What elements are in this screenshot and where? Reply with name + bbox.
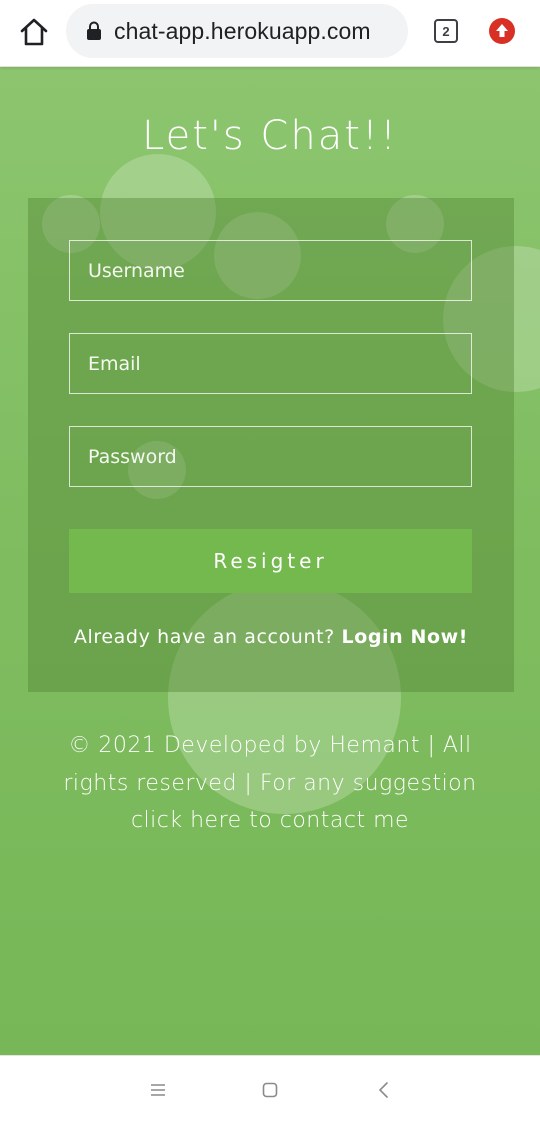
contact-link[interactable]: click here to contact me (131, 808, 409, 833)
home-square-icon[interactable] (260, 1080, 280, 1100)
tabs-count: 2 (442, 23, 450, 39)
username-field[interactable] (69, 240, 472, 301)
lock-icon (87, 21, 101, 40)
footer-copyright-text: © 2021 Developed by Hemant | All rights … (63, 733, 477, 796)
browser-toolbar: chat-app.herokuapp.com 2 (0, 0, 540, 67)
home-icon[interactable] (18, 16, 50, 48)
page-title: Let's Chat!! (142, 113, 398, 159)
address-bar[interactable]: chat-app.herokuapp.com (66, 4, 408, 58)
account-prompt-text: Already have an account? (73, 626, 342, 648)
login-now-link[interactable]: Login Now! (341, 626, 468, 648)
login-prompt: Already have an account? Login Now! (28, 626, 514, 648)
menu-lines-icon[interactable] (148, 1080, 168, 1100)
tabs-count-button[interactable]: 2 (434, 19, 458, 43)
system-nav-bar (0, 1055, 540, 1121)
update-button[interactable] (489, 18, 515, 44)
footer: © 2021 Developed by Hemant | All rights … (40, 727, 500, 840)
page-content: Let's Chat!! Resigter Already have an ac… (0, 67, 540, 1055)
register-button[interactable]: Resigter (69, 529, 472, 593)
update-arrow-icon (496, 24, 508, 37)
password-field[interactable] (69, 426, 472, 487)
email-field[interactable] (69, 333, 472, 394)
url-text: chat-app.herokuapp.com (114, 18, 371, 44)
back-chevron-icon[interactable] (374, 1080, 394, 1100)
register-form: Resigter Already have an account? Login … (28, 198, 514, 692)
